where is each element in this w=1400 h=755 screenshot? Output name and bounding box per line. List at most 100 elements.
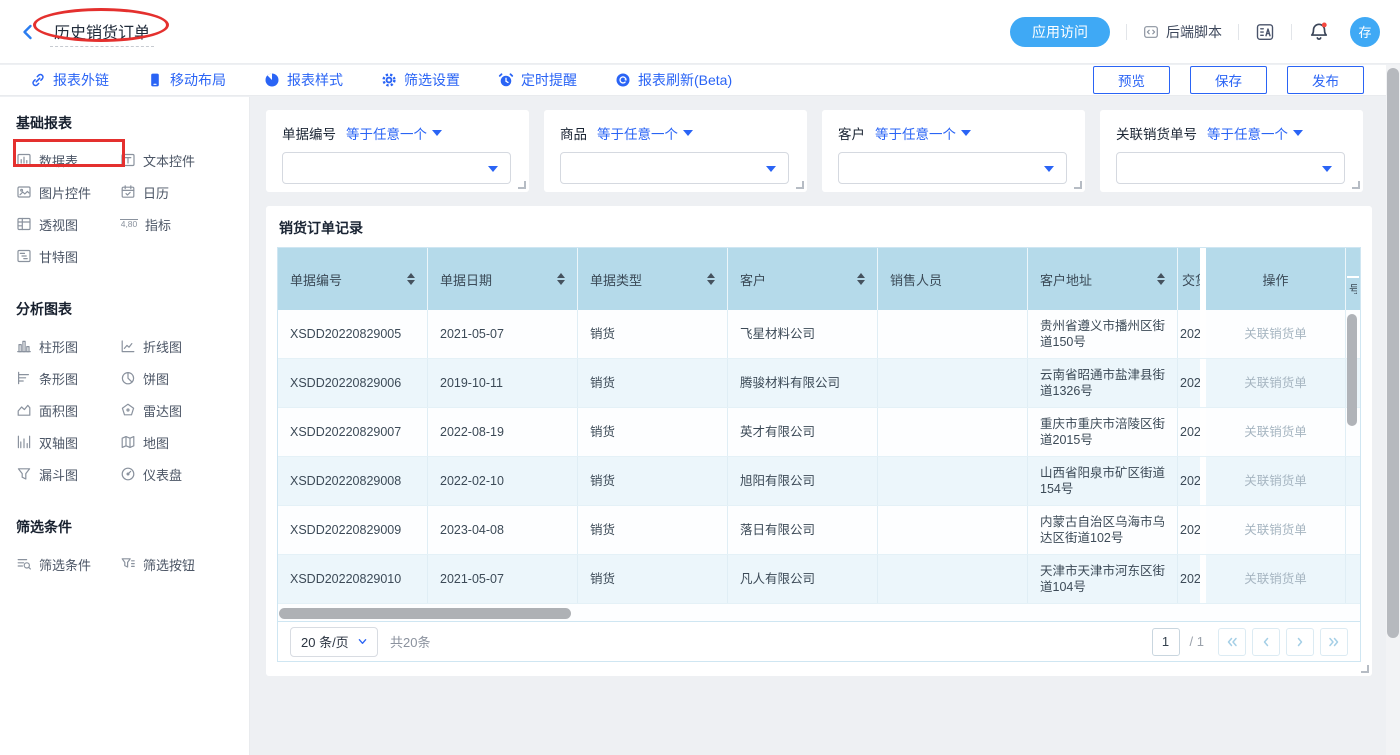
table-row[interactable]: XSDD20220829008 2022-02-10 销货 旭阳有限公司 山西省… — [278, 457, 1360, 506]
filter-widget-order-no[interactable]: 单据编号 等于任意一个 — [266, 110, 529, 192]
resize-handle[interactable] — [1361, 665, 1369, 673]
sidebar-item-metric[interactable]: 4,80 指标 — [120, 215, 249, 233]
text-widget-icon — [120, 152, 136, 168]
filter-select[interactable] — [838, 152, 1067, 184]
next-page-button[interactable] — [1286, 628, 1314, 656]
sidebar-item-calendar[interactable]: 日历 — [120, 183, 249, 201]
sidebar-item-funnel-chart[interactable]: 漏斗图 — [16, 465, 120, 483]
sidebar-item-line-chart[interactable]: 折线图 — [120, 337, 249, 355]
sort-icon[interactable] — [857, 273, 865, 285]
sort-icon[interactable] — [407, 273, 415, 285]
menu-filter-settings[interactable]: 筛选设置 — [381, 70, 460, 90]
sidebar-item-filter-condition[interactable]: 筛选条件 — [16, 555, 120, 573]
filter-select[interactable] — [282, 152, 511, 184]
item-label: 柱形图 — [39, 337, 78, 356]
filter-select[interactable] — [1116, 152, 1345, 184]
link-related-sales-order[interactable]: 关联销货单 — [1206, 506, 1346, 554]
sort-icon[interactable] — [557, 273, 565, 285]
link-related-sales-order[interactable]: 关联销货单 — [1206, 555, 1346, 603]
filter-widget-customer[interactable]: 客户 等于任意一个 — [822, 110, 1085, 192]
data-table-widget[interactable]: 销货订单记录 单据编号 单据日期 单据类型 客户 销售人员 客户地址 交货 操作… — [266, 206, 1372, 676]
filter-widget-product[interactable]: 商品 等于任意一个 — [544, 110, 807, 192]
sort-icon[interactable] — [1157, 273, 1165, 285]
sidebar-item-dual-axis-chart[interactable]: 双轴图 — [16, 433, 120, 451]
refresh-icon — [615, 72, 631, 88]
column-header-type[interactable]: 单据类型 — [578, 248, 728, 310]
report-menubar: 报表外链 移动布局 报表样式 筛选设置 定时提醒 报表刷新(Beta) 预览 保… — [0, 65, 1400, 96]
preview-button[interactable]: 预览 — [1093, 66, 1170, 94]
link-related-sales-order[interactable]: 关联销货单 — [1206, 457, 1346, 505]
avatar[interactable]: 存 — [1350, 17, 1380, 47]
page-scrollbar[interactable] — [1386, 65, 1400, 755]
pie-chart-icon — [120, 370, 136, 386]
column-label: 单据日期 — [440, 270, 492, 289]
prev-page-button[interactable] — [1252, 628, 1280, 656]
cell-order-no: XSDD20220829008 — [278, 457, 428, 505]
section-title: 分析图表 — [16, 299, 249, 319]
cell-delivery-clipped: 202 — [1178, 457, 1206, 505]
save-button[interactable]: 保存 — [1190, 66, 1267, 94]
vertical-scrollbar[interactable] — [1347, 314, 1357, 426]
table-row[interactable]: XSDD20220829007 2022-08-19 销货 英才有限公司 重庆市… — [278, 408, 1360, 457]
resize-handle[interactable] — [796, 181, 804, 189]
sidebar-item-text-widget[interactable]: 文本控件 — [120, 151, 249, 169]
sidebar-item-bar-chart[interactable]: 条形图 — [16, 369, 120, 387]
link-related-sales-order[interactable]: 关联销货单 — [1206, 408, 1346, 456]
column-header-address[interactable]: 客户地址 — [1028, 248, 1178, 310]
sidebar-item-radar-chart[interactable]: 雷达图 — [120, 401, 249, 419]
publish-button[interactable]: 发布 — [1287, 66, 1364, 94]
column-header-customer[interactable]: 客户 — [728, 248, 878, 310]
horizontal-scrollbar[interactable] — [279, 608, 571, 619]
sidebar-item-map[interactable]: 地图 — [120, 433, 249, 451]
cell-customer: 旭阳有限公司 — [728, 457, 878, 505]
sidebar-item-gauge[interactable]: 仪表盘 — [120, 465, 249, 483]
menu-timed-reminder[interactable]: 定时提醒 — [498, 70, 577, 90]
back-button[interactable] — [20, 23, 36, 41]
column-header-date[interactable]: 单据日期 — [428, 248, 578, 310]
page-input[interactable]: 1 — [1152, 628, 1180, 656]
column-header-delivery-clipped[interactable]: 交货 — [1178, 248, 1206, 310]
sort-icon[interactable] — [707, 273, 715, 285]
menu-label: 报表样式 — [287, 70, 343, 90]
resize-handle[interactable] — [1074, 181, 1082, 189]
table-row[interactable]: XSDD20220829009 2023-04-08 销货 落日有限公司 内蒙古… — [278, 506, 1360, 555]
sidebar-item-pie-chart[interactable]: 饼图 — [120, 369, 249, 387]
resize-handle[interactable] — [1352, 181, 1360, 189]
sidebar-item-filter-button[interactable]: 筛选按钮 — [120, 555, 249, 573]
filter-operator[interactable]: 等于任意一个 — [597, 123, 678, 143]
menu-report-refresh[interactable]: 报表刷新(Beta) — [615, 70, 732, 90]
column-header-sales[interactable]: 销售人员 — [878, 248, 1028, 310]
item-label: 条形图 — [39, 369, 78, 388]
menu-mobile-layout[interactable]: 移动布局 — [147, 70, 226, 90]
resize-handle[interactable] — [518, 181, 526, 189]
page-title[interactable]: 历史销货订单 — [50, 17, 154, 47]
column-header-order-no[interactable]: 单据编号 — [278, 248, 428, 310]
sidebar-item-area-chart[interactable]: 面积图 — [16, 401, 120, 419]
sidebar-item-gantt[interactable]: 甘特图 — [16, 247, 120, 265]
link-related-sales-order[interactable]: 关联销货单 — [1206, 359, 1346, 407]
link-related-sales-order[interactable]: 关联销货单 — [1206, 310, 1346, 358]
app-access-button[interactable]: 应用访问 — [1010, 17, 1110, 47]
backend-script-button[interactable]: 后端脚本 — [1143, 22, 1222, 42]
filter-operator[interactable]: 等于任意一个 — [346, 123, 427, 143]
page-scrollbar-thumb[interactable] — [1387, 68, 1399, 638]
menu-report-style[interactable]: 报表样式 — [264, 70, 343, 90]
sidebar-item-data-table[interactable]: 数据表 — [16, 151, 120, 169]
filter-widget-related-order-no[interactable]: 关联销货单号 等于任意一个 — [1100, 110, 1363, 192]
api-doc-button[interactable] — [1255, 22, 1275, 42]
menu-report-link[interactable]: 报表外链 — [30, 70, 109, 90]
filter-operator[interactable]: 等于任意一个 — [1207, 123, 1288, 143]
pager-controls: 1 / 1 — [1152, 628, 1348, 656]
table-row[interactable]: XSDD20220829010 2021-05-07 销货 凡人有限公司 天津市… — [278, 555, 1360, 604]
sidebar-item-image-widget[interactable]: 图片控件 — [16, 183, 120, 201]
filter-select[interactable] — [560, 152, 789, 184]
filter-operator[interactable]: 等于任意一个 — [875, 123, 956, 143]
sidebar-item-column-chart[interactable]: 柱形图 — [16, 337, 120, 355]
sidebar-item-pivot[interactable]: 透视图 — [16, 215, 120, 233]
last-page-button[interactable] — [1320, 628, 1348, 656]
table-row[interactable]: XSDD20220829006 2019-10-11 销货 腾骏材料有限公司 云… — [278, 359, 1360, 408]
table-row[interactable]: XSDD20220829005 2021-05-07 销货 飞星材料公司 贵州省… — [278, 310, 1360, 359]
first-page-button[interactable] — [1218, 628, 1246, 656]
page-size-select[interactable]: 20 条/页 — [290, 627, 378, 657]
notification-button[interactable] — [1308, 21, 1330, 43]
